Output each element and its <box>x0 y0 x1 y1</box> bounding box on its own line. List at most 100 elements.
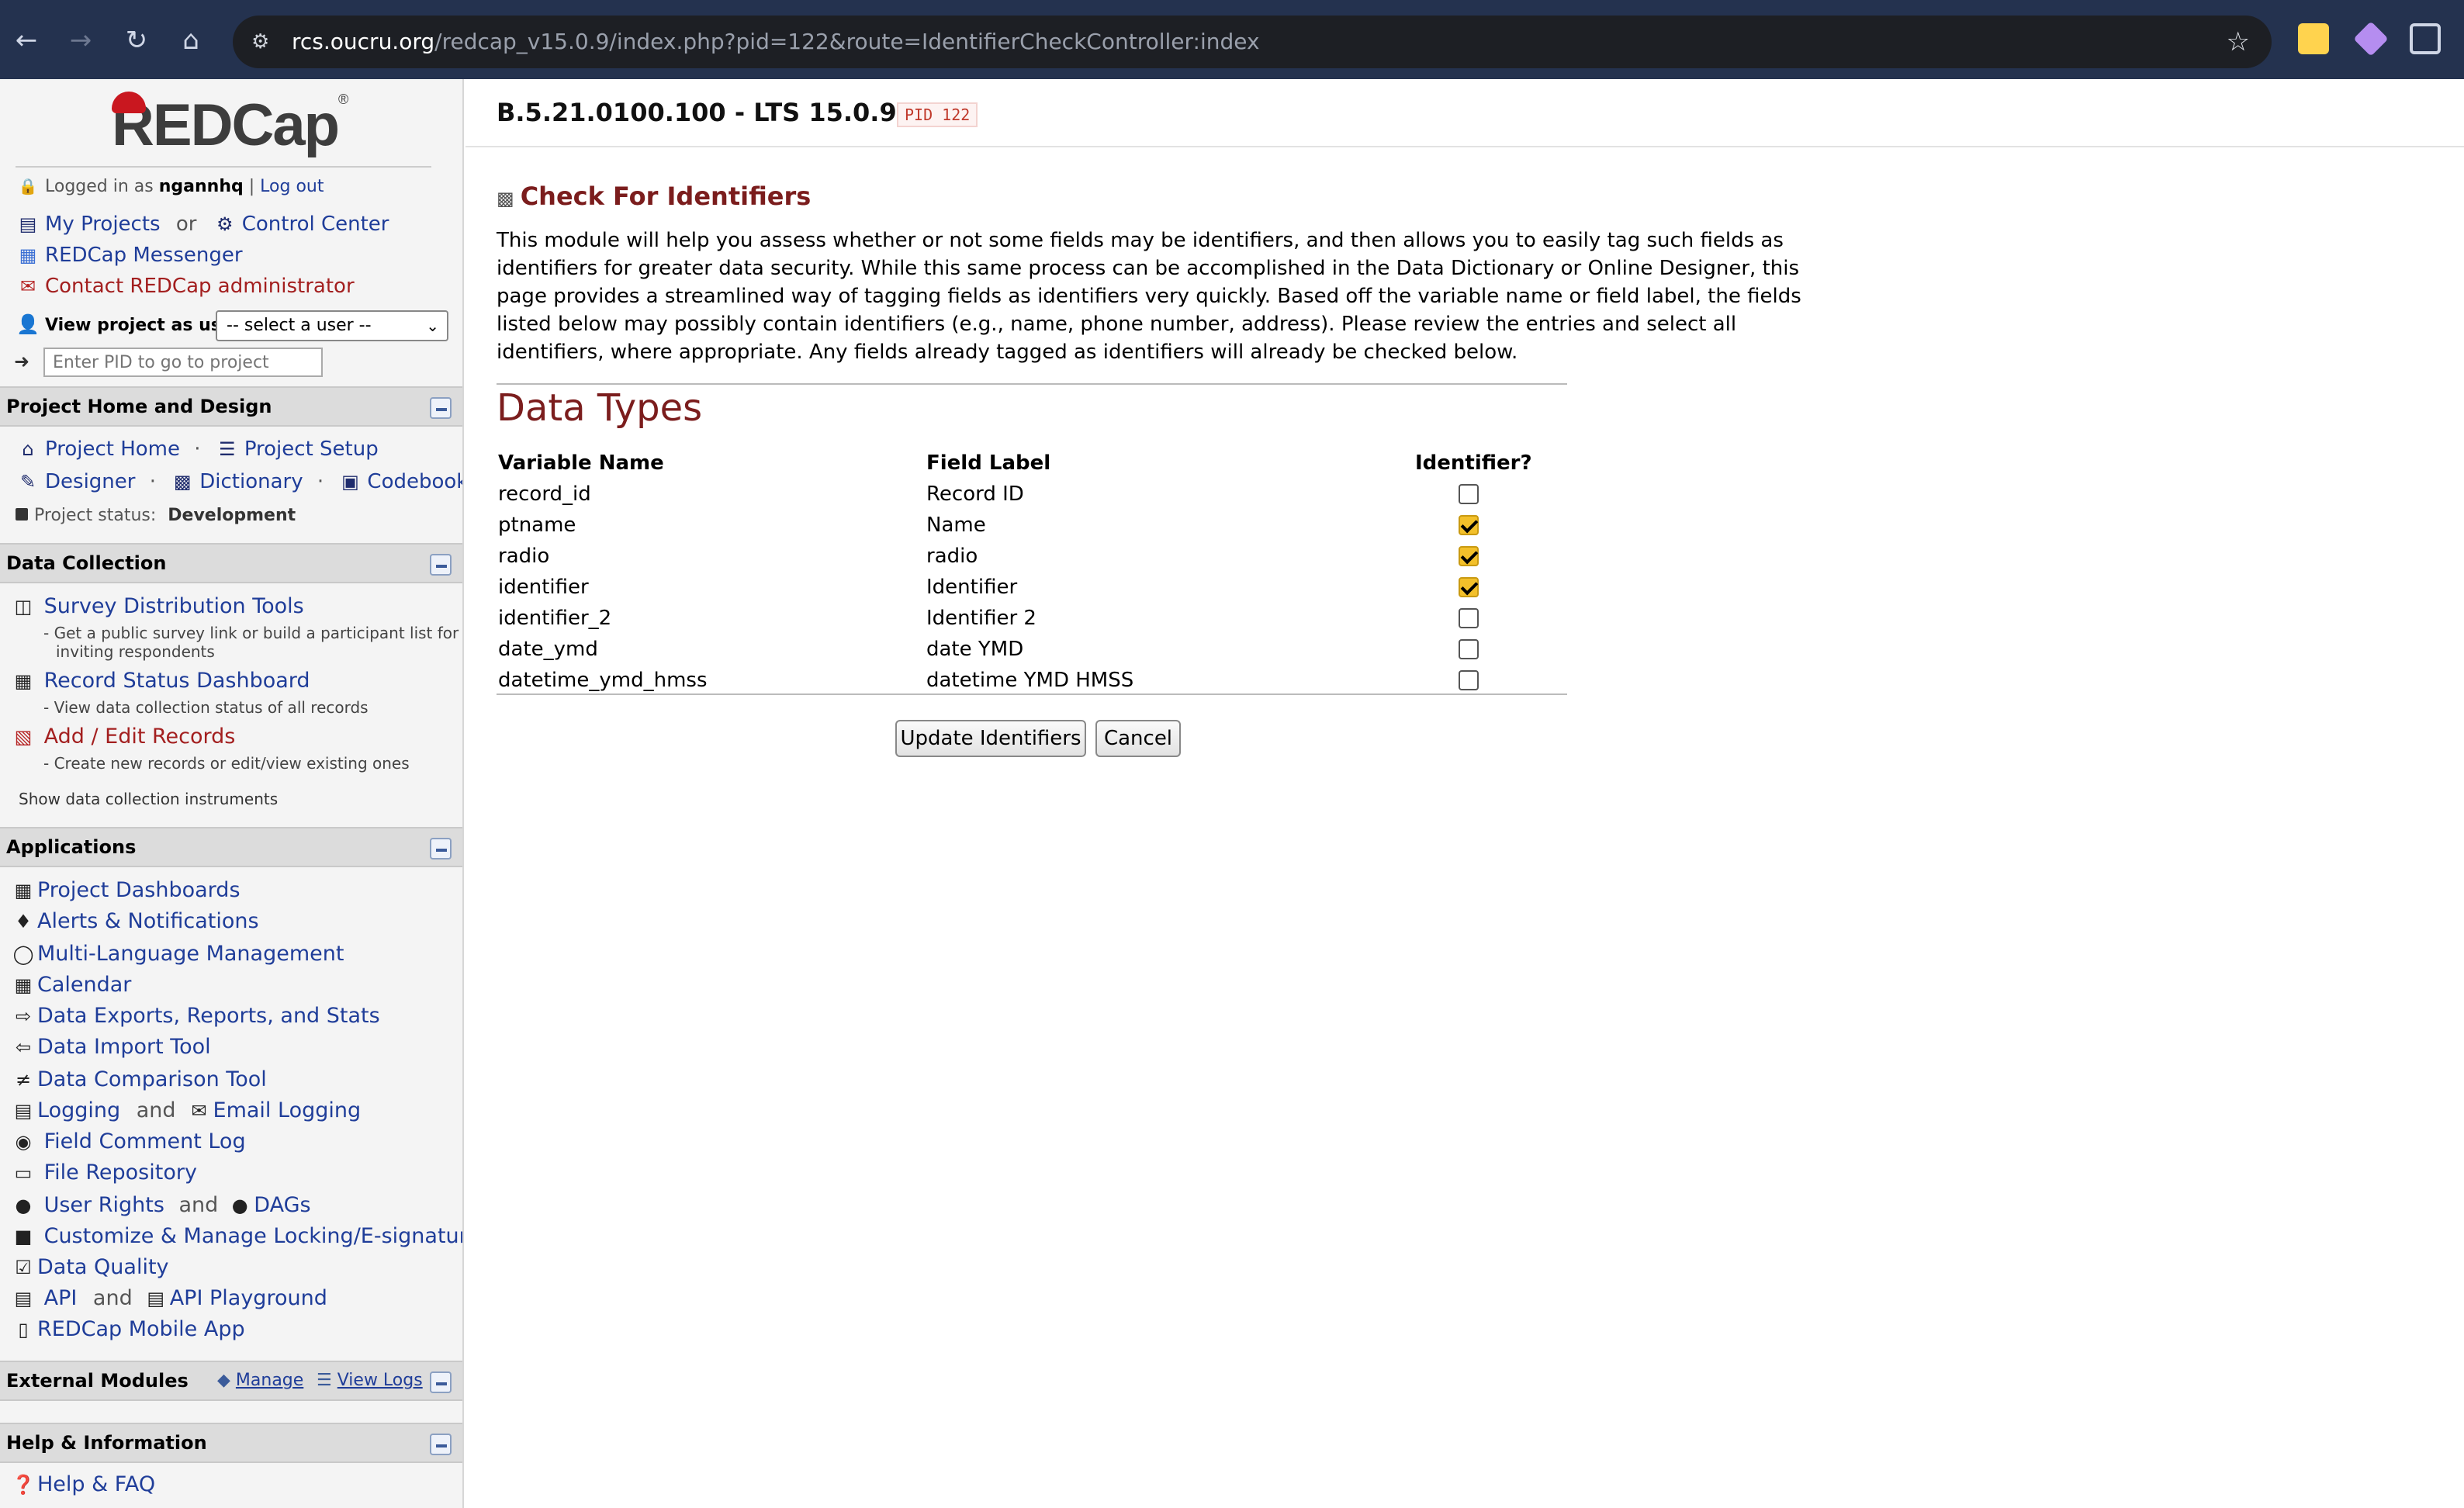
back-arrow-icon[interactable]: ← <box>8 22 45 59</box>
my-projects-link[interactable]: My Projects <box>45 213 161 236</box>
identifier-checkbox[interactable] <box>1459 546 1479 566</box>
divider <box>16 166 431 168</box>
collapse-icon[interactable] <box>430 1371 452 1393</box>
question-icon: ❓ <box>12 1474 35 1496</box>
users-icon: ● <box>231 1195 248 1216</box>
forward-arrow-icon[interactable]: → <box>62 22 99 59</box>
bookmark-star-icon[interactable]: ☆ <box>2227 16 2250 68</box>
alerts-link[interactable]: Alerts & Notifications <box>37 909 259 933</box>
app-item: ● User Rights and ● DAGs <box>9 1193 311 1217</box>
help-faq-link[interactable]: Help & FAQ <box>37 1472 155 1496</box>
comments-icon: ◉ <box>15 1131 32 1153</box>
view-logs-link[interactable]: View Logs <box>337 1371 423 1390</box>
messenger-link[interactable]: REDCap Messenger <box>45 244 243 267</box>
app-item: ▯ REDCap Mobile App <box>9 1317 245 1341</box>
identifier-checkbox[interactable] <box>1459 515 1479 535</box>
record-dashboard-link[interactable]: Record Status Dashboard <box>44 669 310 693</box>
field-label-cell: date YMD <box>926 638 1024 661</box>
api-playground-link[interactable]: API Playground <box>170 1286 327 1310</box>
field-label-cell: Identifier <box>926 576 1018 599</box>
site-settings-icon[interactable]: ⚙ <box>251 16 269 68</box>
section-home-design: Project Home and Design <box>0 386 462 427</box>
checklist-icon: ☰ <box>219 438 236 460</box>
chevron-down-icon: ⌄ <box>426 316 439 335</box>
data-import-link[interactable]: Data Import Tool <box>37 1035 211 1059</box>
extensions-puzzle-icon[interactable] <box>2410 23 2441 54</box>
url-host: rcs.oucru.org <box>292 29 435 54</box>
section-title: Project Home and Design <box>6 396 272 417</box>
main-content: B.5.21.0100.100 - LTS 15.0.9 PID 122 ▩ Ch… <box>465 79 2464 1508</box>
control-center-link[interactable]: Control Center <box>242 213 389 236</box>
redcap-logo[interactable]: REDCap® <box>112 92 348 159</box>
project-dashboards-link[interactable]: Project Dashboards <box>37 878 241 902</box>
app-item: ⇨ Data Exports, Reports, and Stats <box>9 1004 380 1028</box>
codebook-link[interactable]: Codebook <box>367 470 462 493</box>
data-quality-link[interactable]: Data Quality <box>37 1255 169 1279</box>
logging-link[interactable]: Logging <box>37 1098 120 1122</box>
project-home-link[interactable]: Project Home <box>45 438 180 461</box>
manage-link[interactable]: Manage <box>236 1371 303 1390</box>
home-setup-row: ⌂ Project Home · ☰ Project Setup <box>16 438 379 461</box>
dags-link[interactable]: DAGs <box>254 1193 310 1217</box>
add-edit-link[interactable]: Add / Edit Records <box>44 725 236 749</box>
messenger-row: ▦ REDCap Messenger <box>16 244 243 267</box>
update-identifiers-button[interactable]: Update Identifiers <box>895 720 1086 757</box>
app-item: ▤ API and ▤ API Playground <box>9 1286 327 1310</box>
address-bar[interactable]: ⚙ rcs.oucru.org/redcap_v15.0.9/index.php… <box>233 16 2272 68</box>
logout-link[interactable]: Log out <box>260 177 324 196</box>
app-item: ≠ Data Comparison Tool <box>9 1067 267 1091</box>
contact-admin-row: ✉ Contact REDCap administrator <box>16 275 355 298</box>
locking-link[interactable]: Customize & Manage Locking/E-signatures <box>44 1224 462 1248</box>
reload-icon[interactable]: ↻ <box>118 22 155 59</box>
registered-mark: ® <box>338 92 348 107</box>
multi-language-link[interactable]: Multi-Language Management <box>37 942 344 966</box>
user-icon: ● <box>15 1195 32 1216</box>
dictionary-link[interactable]: Dictionary <box>199 470 303 493</box>
project-setup-link[interactable]: Project Setup <box>244 438 379 461</box>
diamond-extension-icon[interactable] <box>2353 21 2389 57</box>
manage-modules: ◆ Manage <box>217 1362 303 1399</box>
email-logging-link[interactable]: Email Logging <box>213 1098 362 1122</box>
view-as-select[interactable]: -- select a user -- ⌄ <box>216 310 448 341</box>
house-icon: ⌂ <box>22 438 34 460</box>
collapse-icon[interactable] <box>430 1434 452 1455</box>
code-icon: ▤ <box>14 1288 33 1309</box>
data-comparison-link[interactable]: Data Comparison Tool <box>37 1067 267 1091</box>
mobile-app-link[interactable]: REDCap Mobile App <box>37 1317 245 1341</box>
record-dashboard-row: ▦ Record Status Dashboard <box>9 669 310 693</box>
collapse-icon[interactable] <box>430 554 452 576</box>
bell-icon: ♦ <box>15 911 32 932</box>
section-data-collection: Data Collection <box>0 543 462 583</box>
designer-link[interactable]: Designer <box>45 470 135 493</box>
field-comment-log-link[interactable]: Field Comment Log <box>44 1129 246 1153</box>
collapse-icon[interactable] <box>430 397 452 419</box>
api-link[interactable]: API <box>44 1286 78 1310</box>
data-exports-link[interactable]: Data Exports, Reports, and Stats <box>37 1004 380 1028</box>
identifier-checkbox[interactable] <box>1459 670 1479 690</box>
section-external-modules: External Modules ◆ Manage ☰ View Logs <box>0 1361 462 1401</box>
collapse-icon[interactable] <box>430 838 452 859</box>
code-icon: ▤ <box>147 1288 165 1309</box>
save-extension-icon[interactable] <box>2298 23 2329 54</box>
project-title: B.5.21.0100.100 - LTS 15.0.9 <box>497 98 897 127</box>
identifier-checkbox[interactable] <box>1459 608 1479 628</box>
survey-icon: ◫ <box>14 596 33 617</box>
pid-input[interactable] <box>43 348 323 377</box>
calendar-link[interactable]: Calendar <box>37 973 131 997</box>
file-repository-link[interactable]: File Repository <box>44 1160 197 1185</box>
identifier-checkbox[interactable] <box>1459 484 1479 504</box>
identifier-checkbox[interactable] <box>1459 639 1479 659</box>
home-icon[interactable]: ⌂ <box>172 22 209 59</box>
contact-admin-link[interactable]: Contact REDCap administrator <box>45 275 355 298</box>
view-as-row: 👤 View project as user: <box>16 313 247 335</box>
column-header-label: Field Label <box>926 451 1051 475</box>
survey-desc: - Get a public survey link or build a pa… <box>43 624 459 661</box>
dashboard-icon: ▦ <box>14 880 33 901</box>
survey-tools-link[interactable]: Survey Distribution Tools <box>44 594 304 618</box>
user-rights-link[interactable]: User Rights <box>44 1193 164 1217</box>
cancel-button[interactable]: Cancel <box>1095 720 1181 757</box>
identifier-checkbox[interactable] <box>1459 577 1479 597</box>
show-instruments-link[interactable]: Show data collection instruments <box>19 790 278 808</box>
app-item: ◉ Field Comment Log <box>9 1129 246 1153</box>
envelope-icon: ✉ <box>19 275 36 297</box>
